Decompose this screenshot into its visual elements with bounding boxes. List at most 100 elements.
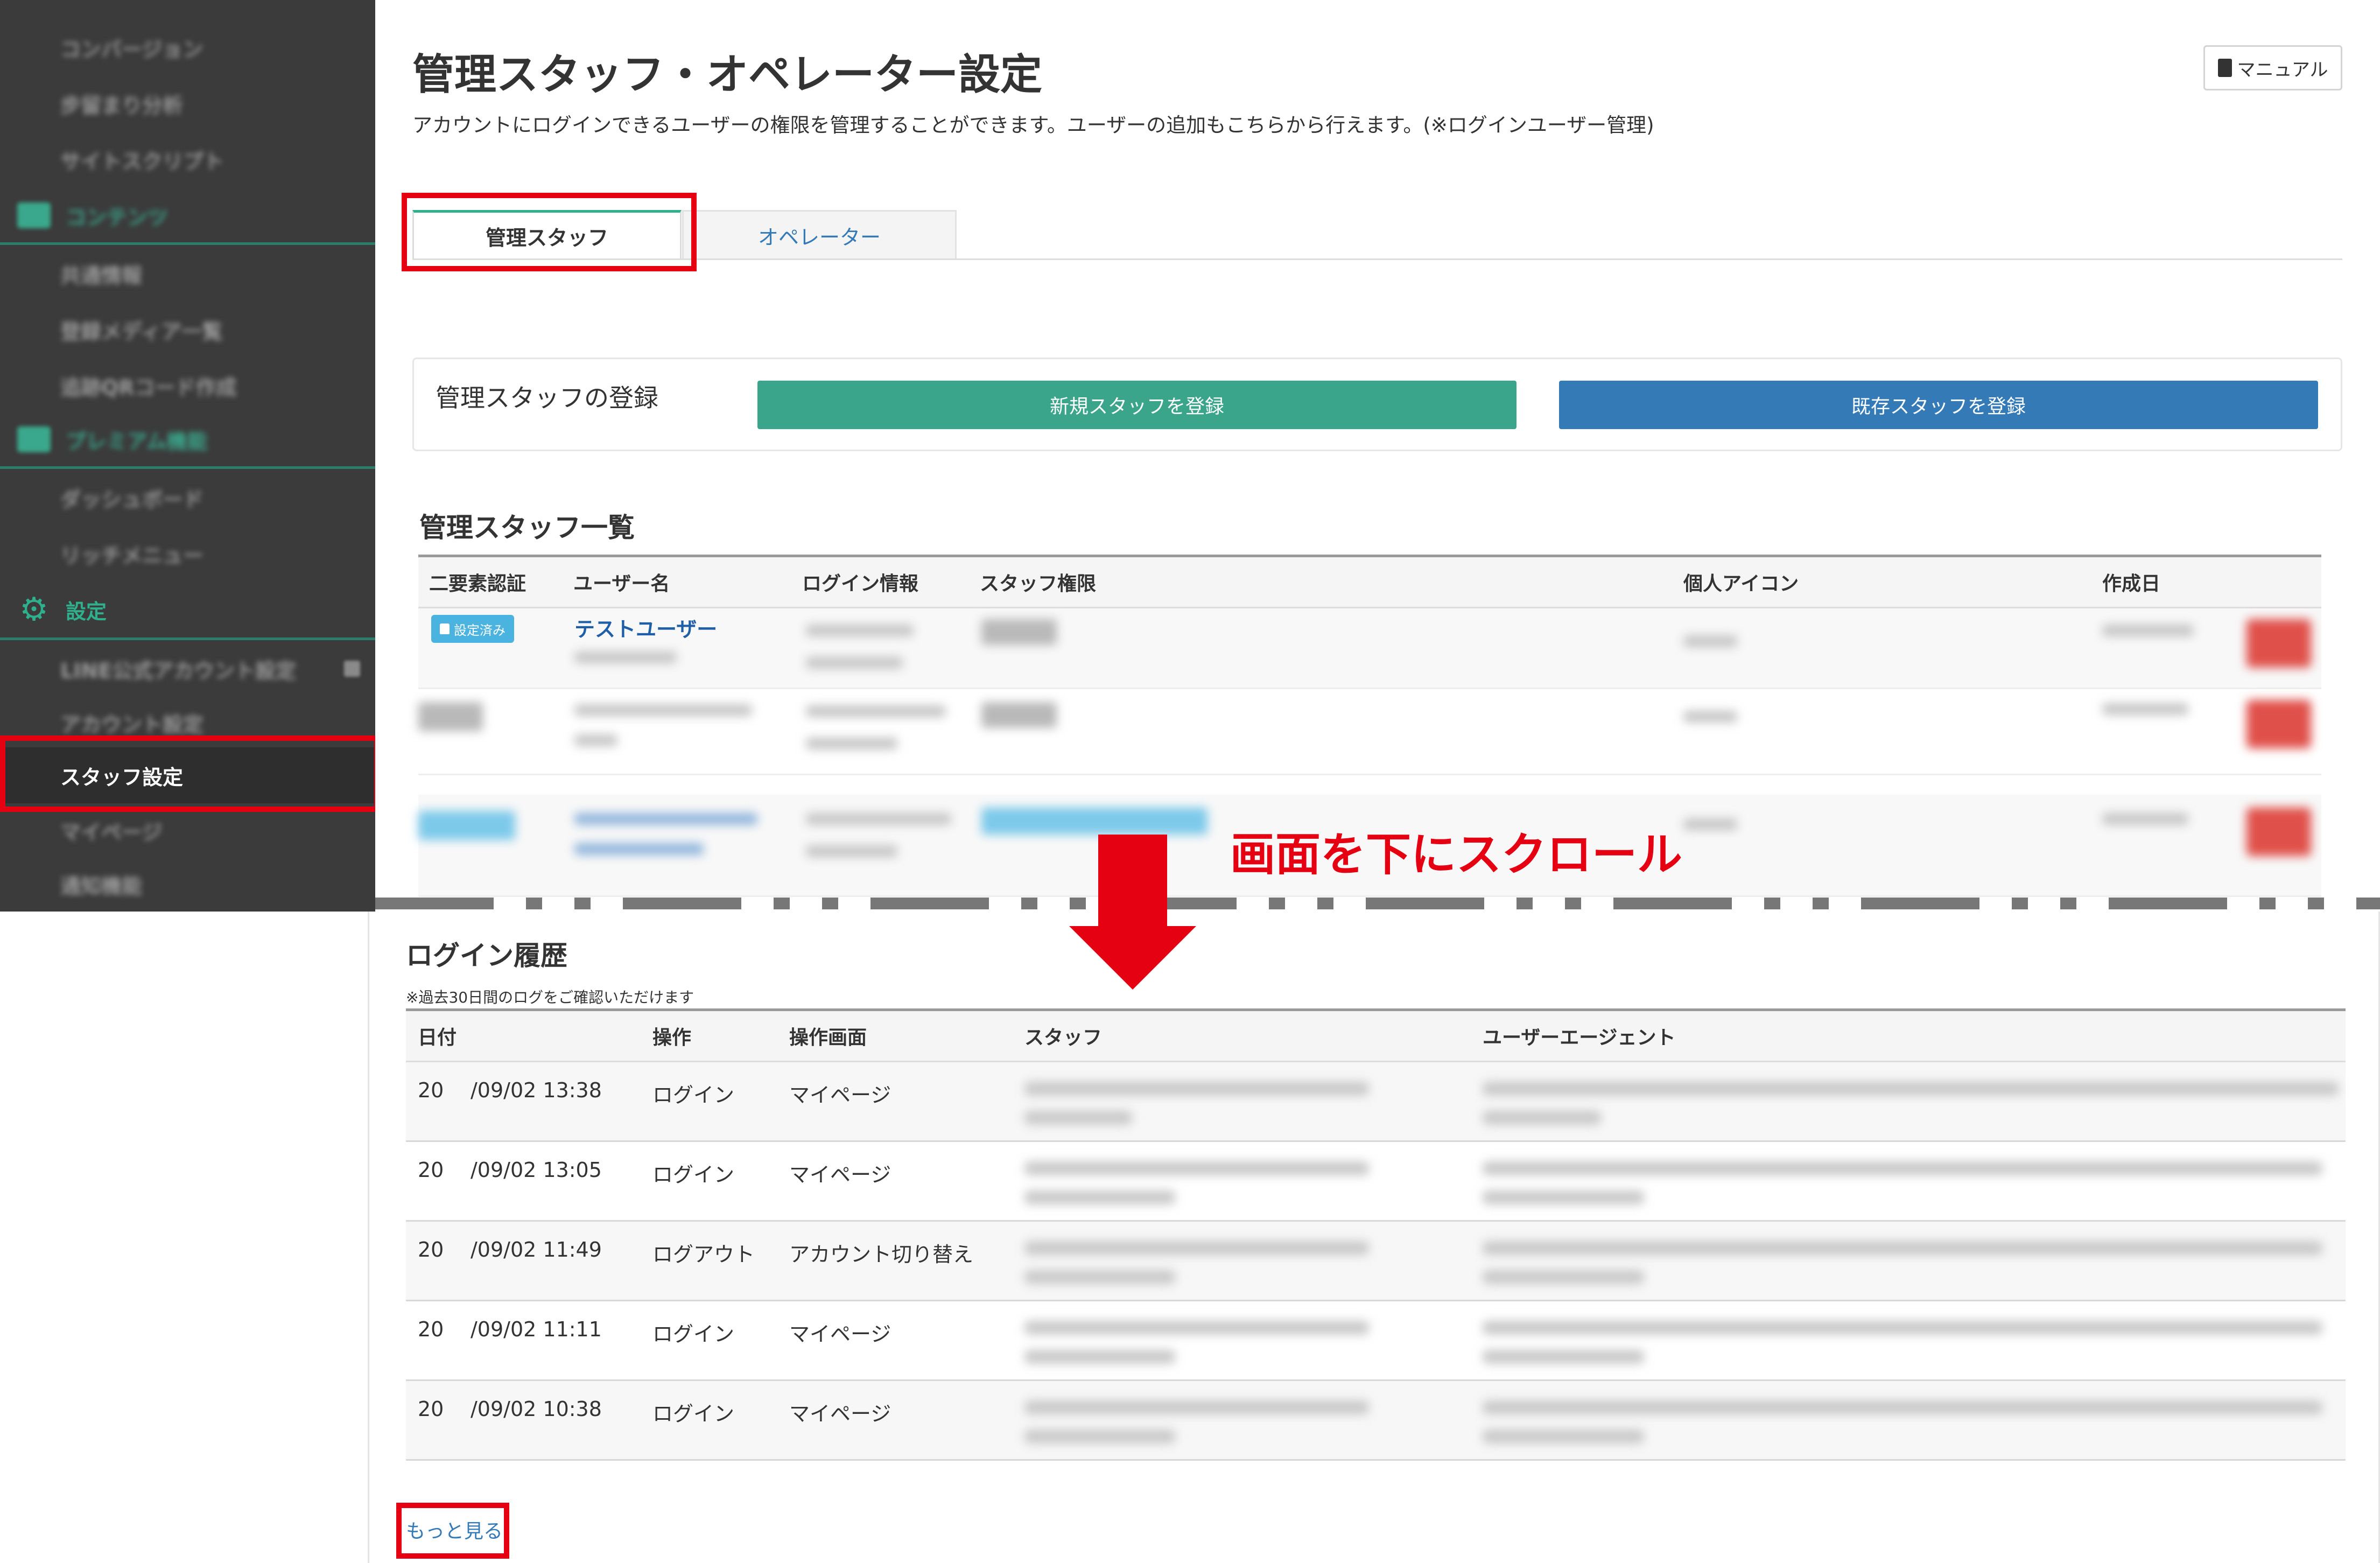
column-header: 作成日 xyxy=(2102,573,2161,595)
redacted-badge xyxy=(418,811,515,840)
sidebar-section-label: 設定 xyxy=(66,599,107,623)
register-existing-staff-button[interactable]: 既存スタッフを登録 xyxy=(1559,381,2318,429)
manual-button-label: マニュアル xyxy=(2237,59,2328,81)
highlight-show-more xyxy=(396,1503,509,1559)
register-new-staff-button[interactable]: 新規スタッフを登録 xyxy=(757,381,1517,429)
redacted-user-agent xyxy=(1483,1400,2322,1414)
redacted-permission-badge xyxy=(981,808,1207,835)
table-row: 20 /09/02 10:38 ログイン マイページ xyxy=(406,1381,2346,1461)
redacted-user-agent xyxy=(1483,1190,1644,1204)
gear-icon: ⚙ xyxy=(19,591,48,628)
lock-icon xyxy=(440,623,450,634)
main-content: 管理スタッフ・オペレーター設定 アカウントにログインできるユーザーの権限を管理す… xyxy=(375,0,2380,912)
log-date: /09/02 11:11 xyxy=(471,1317,602,1341)
redacted-badge xyxy=(418,702,483,731)
log-action: ログイン xyxy=(652,1163,735,1187)
redacted-text xyxy=(806,705,946,717)
column-header: 操作 xyxy=(652,1027,692,1049)
table-row: 20 /09/02 11:11 ログイン マイページ xyxy=(406,1301,2346,1381)
redacted-text xyxy=(1683,818,1737,830)
scroll-cut-line xyxy=(375,898,2380,909)
log-action: ログアウト xyxy=(652,1243,755,1266)
sidebar-item-label: ダッシュボード xyxy=(60,487,204,511)
redacted-text xyxy=(2102,625,2194,636)
redacted-staff xyxy=(1024,1161,1369,1175)
redacted-text xyxy=(2102,703,2188,715)
sidebar-item-line-account-settings[interactable]: LINE公式アカウント設定 xyxy=(0,641,375,697)
redacted-user-agent xyxy=(1483,1321,2322,1335)
sidebar-item-common-info[interactable]: 共通情報 xyxy=(0,246,375,302)
twofa-status-label: 設定済み xyxy=(454,622,506,638)
sidebar-item-dashboard[interactable]: ダッシュボード xyxy=(0,469,375,525)
column-header: ユーザーエージェント xyxy=(1483,1027,1676,1049)
sidebar-divider xyxy=(0,637,375,640)
sidebar-item-label: 追跡QRコード作成 xyxy=(60,375,237,399)
redacted-staff xyxy=(1024,1400,1369,1414)
log-screen: アカウント切り替え xyxy=(789,1243,974,1266)
staff-table-header: 二要素認証 ユーザー名 ログイン情報 スタッフ権限 個人アイコン 作成日 xyxy=(418,555,2321,608)
briefcase-icon xyxy=(17,426,51,452)
log-date: /09/02 13:38 xyxy=(471,1078,602,1102)
registration-label: 管理スタッフの登録 xyxy=(436,383,658,412)
delete-button[interactable] xyxy=(2246,808,2311,856)
column-header: スタッフ権限 xyxy=(980,573,1097,595)
sidebar-item-label: 通知機能 xyxy=(60,874,143,898)
login-history-title: ログイン履歴 xyxy=(406,940,567,971)
manual-button[interactable]: マニュアル xyxy=(2203,45,2342,90)
redacted-user-agent xyxy=(1483,1429,1644,1443)
redacted-text xyxy=(2102,813,2188,825)
table-row: 設定済み テストユーザー xyxy=(418,608,2321,689)
redacted-text xyxy=(806,738,897,749)
sidebar-item-label: コンバージョン xyxy=(60,37,203,61)
log-date-prefix: 20 xyxy=(418,1397,444,1421)
redacted-text xyxy=(806,657,903,669)
sidebar-item-funnel-analysis[interactable]: 步留まり分析 xyxy=(0,75,375,131)
sidebar-item-site-script[interactable]: サイトスクリプト xyxy=(0,131,375,187)
log-date-prefix: 20 xyxy=(418,1078,444,1102)
tab-label: オペレーター xyxy=(757,226,881,249)
twofa-status-badge: 設定済み xyxy=(431,615,514,643)
column-header: スタッフ xyxy=(1024,1027,1103,1049)
column-header: 個人アイコン xyxy=(1683,573,1799,595)
redacted-text xyxy=(1683,711,1737,723)
scroll-annotation: 画面を下にスクロール xyxy=(1230,828,1683,881)
sidebar-item-conversion[interactable]: コンバージョン xyxy=(0,19,375,75)
sidebar-item-rich-menu[interactable]: リッチメニュー xyxy=(0,525,375,581)
log-screen: マイページ xyxy=(789,1322,891,1346)
staff-username-link[interactable]: テストユーザー xyxy=(574,613,717,642)
column-header: 二要素認証 xyxy=(429,573,526,595)
tab-operator[interactable]: オペレーター xyxy=(682,210,957,260)
arrow-head xyxy=(1069,926,1196,990)
sidebar-section-settings[interactable]: ⚙ 設定 xyxy=(0,581,375,637)
highlight-staff-settings xyxy=(0,735,380,812)
redacted-staff xyxy=(1024,1111,1132,1125)
sidebar-item-label: 步留まり分析 xyxy=(60,93,184,117)
redacted-text xyxy=(574,813,757,825)
staff-registration-panel: 管理スタッフの登録 新規スタッフを登録 既存スタッフを登録 xyxy=(412,358,2342,451)
log-action: ログイン xyxy=(652,1083,735,1107)
column-header: 操作画面 xyxy=(789,1027,867,1049)
sidebar-section-contents[interactable]: コンテンツ xyxy=(0,187,375,243)
page-description: アカウントにログインできるユーザーの権限を管理することができます。ユーザーの追加… xyxy=(412,114,1654,137)
table-row xyxy=(418,695,2321,775)
page-title: 管理スタッフ・オペレーター設定 xyxy=(412,51,1043,99)
log-screen: マイページ xyxy=(789,1163,891,1187)
redacted-staff xyxy=(1024,1270,1175,1284)
redacted-permission-badge xyxy=(981,619,1057,645)
sidebar-item-qr-code[interactable]: 追跡QRコード作成 xyxy=(0,358,375,413)
delete-button[interactable] xyxy=(2246,619,2311,668)
sidebar-item-notifications[interactable]: 通知機能 xyxy=(0,856,375,912)
sidebar-divider xyxy=(0,242,375,245)
redacted-text xyxy=(806,625,914,636)
external-link-icon xyxy=(344,661,360,677)
sidebar-item-media-list[interactable]: 登録メディア一覧 xyxy=(0,302,375,358)
column-header: ログイン情報 xyxy=(802,573,919,595)
tabs-divider xyxy=(412,258,2342,260)
delete-button[interactable] xyxy=(2246,700,2311,748)
log-date: /09/02 11:49 xyxy=(471,1238,602,1261)
login-history-note: ※過去30日間のログをご確認いただけます xyxy=(406,989,694,1006)
redacted-text xyxy=(1683,635,1737,647)
table-row: 20 /09/02 11:49 ログアウト アカウント切り替え xyxy=(406,1222,2346,1301)
sidebar-section-premium[interactable]: プレミアム機能 xyxy=(0,411,375,467)
redacted-user-agent xyxy=(1483,1161,2322,1175)
